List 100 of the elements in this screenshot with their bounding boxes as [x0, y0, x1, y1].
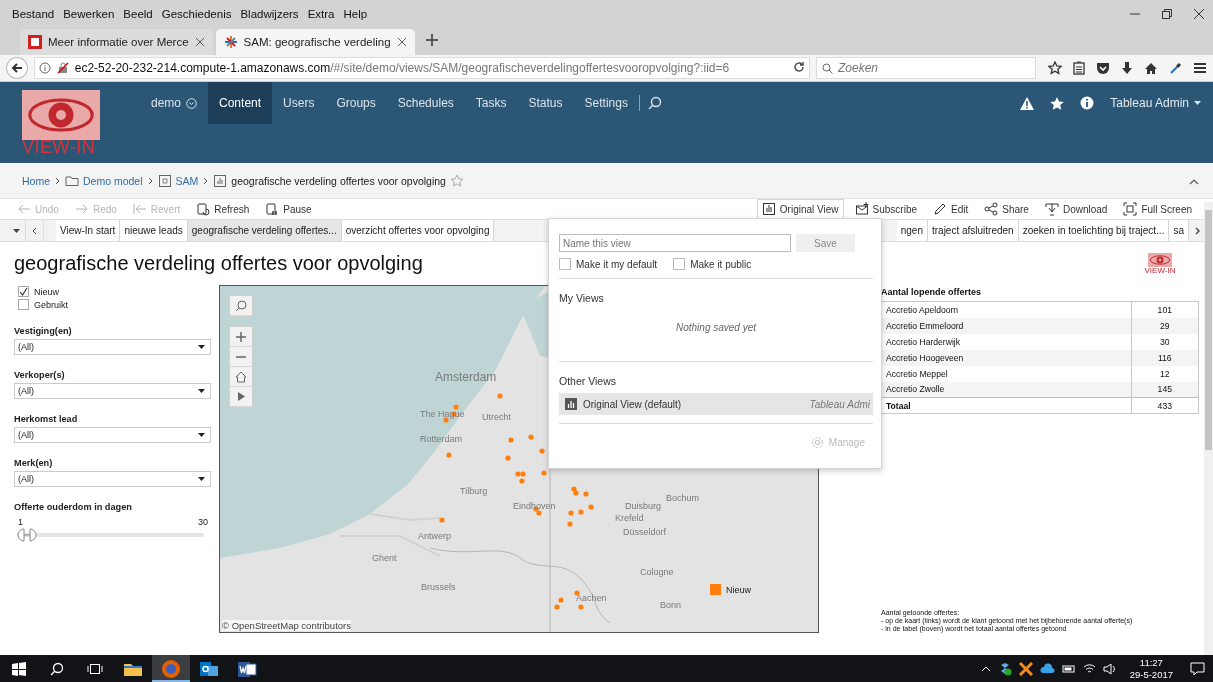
sheet-tab[interactable]: nieuwe leads	[120, 220, 188, 241]
pocket-icon[interactable]	[1096, 61, 1110, 75]
filter-dropdown[interactable]: (All)	[14, 383, 211, 399]
checkbox[interactable]	[18, 299, 29, 310]
reader-icon[interactable]	[1073, 61, 1085, 75]
menu-item[interactable]: Bewerken	[63, 7, 115, 20]
speaker-icon[interactable]	[1102, 662, 1117, 675]
checkbox[interactable]	[673, 258, 686, 270]
eyedropper-icon[interactable]	[1169, 61, 1182, 75]
star-outline-icon[interactable]	[449, 174, 464, 187]
map-place-label: Krefeld	[615, 514, 644, 523]
breadcrumb-link[interactable]: SAM	[175, 174, 199, 187]
close-icon[interactable]	[396, 37, 407, 47]
search-icon[interactable]	[647, 96, 662, 110]
menu-item[interactable]: Beeld	[123, 7, 153, 20]
toolbar-button[interactable]: Edit	[928, 199, 974, 219]
view-list-item[interactable]: Original View (default) Tableau Admi	[559, 393, 873, 415]
clock-date[interactable]: 29-5-2017	[1129, 668, 1173, 681]
home-icon	[235, 370, 247, 383]
plus-icon[interactable]	[425, 34, 438, 46]
browser-tab[interactable]: SAM: geografische verdeling	[215, 29, 415, 55]
sheet-tab[interactable]: traject afsluitreden	[927, 220, 1019, 241]
filter-dropdown[interactable]: (All)	[14, 339, 211, 355]
nav-tab[interactable]: Tasks	[464, 82, 518, 124]
search-field[interactable]: Zoeken	[816, 57, 1036, 79]
notification-icon[interactable]	[1190, 661, 1205, 676]
range-thumb-icon[interactable]	[17, 528, 37, 542]
checkbox-label: Make it my default	[576, 258, 658, 270]
nav-tab[interactable]: Groups	[325, 82, 387, 124]
address-field[interactable]: ec2-52-20-232-214.compute-1.amazonaws.com/#/site/demo/views/SAM/geografischeverdelingoffertesvooropvolging?:iid=6	[33, 57, 810, 79]
toolbar-button[interactable]: Original View	[756, 199, 844, 219]
scrollbar[interactable]	[1204, 202, 1213, 655]
checkbox[interactable]	[559, 258, 571, 270]
star-icon[interactable]	[1050, 96, 1065, 110]
toolbar-button[interactable]: Subscribe	[849, 199, 922, 219]
restore-icon[interactable]	[1161, 7, 1173, 20]
map-place-label: Bochum	[666, 494, 700, 503]
star-icon[interactable]	[1048, 61, 1062, 75]
sheet-tab[interactable]: zoeken in toelichting bij traject...	[1018, 220, 1170, 241]
warning-icon[interactable]	[1020, 96, 1035, 110]
sheet-tab[interactable]: overzicht offertes voor opvolging	[341, 220, 495, 241]
legend-label: Nieuw	[726, 584, 751, 595]
info-icon[interactable]	[38, 62, 51, 74]
nav-tab[interactable]: Schedules	[386, 82, 465, 124]
chevron-left-icon[interactable]	[32, 226, 37, 235]
sheet-tab[interactable]: View-In start	[56, 220, 121, 241]
chevron-up-icon[interactable]	[1189, 178, 1199, 185]
chevron-right-icon[interactable]	[1195, 226, 1200, 235]
back-button[interactable]	[6, 57, 28, 79]
menu-item[interactable]: Geschiedenis	[161, 7, 232, 20]
menu-item[interactable]: Extra	[307, 7, 335, 20]
nav-tab[interactable]: Content	[208, 82, 273, 124]
user-menu[interactable]: Tableau Admin	[1110, 96, 1201, 110]
breadcrumb-link[interactable]: Home	[22, 174, 50, 187]
site-menu[interactable]: demo	[140, 82, 209, 124]
clock-time[interactable]: 11:27	[1139, 656, 1163, 669]
toolbar-button[interactable]: Download	[1039, 199, 1113, 219]
lock-icon[interactable]	[56, 62, 69, 74]
toolbar-button[interactable]: Share	[979, 199, 1034, 219]
home-icon[interactable]	[1144, 61, 1158, 75]
nav-tab[interactable]: Users	[272, 82, 326, 124]
toolbar-button[interactable]: Pause	[260, 199, 317, 219]
cloud-icon[interactable]	[1039, 662, 1055, 675]
menu-item[interactable]: Bestand	[12, 7, 55, 20]
caret-down-icon[interactable]	[13, 228, 20, 233]
sheet-tab[interactable]: sa	[1169, 220, 1189, 241]
download-icon[interactable]	[1121, 61, 1133, 75]
table-cell: 29	[1131, 317, 1199, 334]
filter-dropdown[interactable]: (All)	[14, 427, 211, 443]
toolbar-button[interactable]: Full Screen	[1118, 199, 1197, 219]
checkbox-label: Make it public	[690, 258, 752, 270]
nav-tab[interactable]: Status	[517, 82, 574, 124]
map-place-label: Duisburg	[625, 502, 662, 511]
sheet-tab[interactable]: ngen	[896, 220, 928, 241]
map-attribution: © OpenStreetMap contributors	[222, 620, 351, 631]
tray-app-icon[interactable]	[1018, 661, 1033, 676]
envelope-icon	[854, 202, 869, 216]
breadcrumb-link[interactable]: Demo model	[83, 174, 143, 187]
wifi-icon[interactable]	[1082, 663, 1096, 674]
filter-dropdown[interactable]: (All)	[14, 471, 211, 487]
sheet-tab[interactable]: geografische verdeling offertes...	[187, 220, 342, 241]
current-view-title: geografische verdeling offertes voor opvolging	[231, 174, 446, 187]
battery-icon[interactable]	[1061, 663, 1076, 674]
menu-item[interactable]: Bladwijzers	[240, 7, 299, 20]
map-place-label: Amsterdam	[435, 371, 497, 383]
refresh-icon	[196, 202, 211, 216]
checkbox[interactable]	[18, 286, 29, 297]
toolbar-button[interactable]: Refresh	[191, 199, 255, 219]
nav-tab[interactable]: Settings	[573, 82, 639, 124]
menu-item[interactable]: Help	[343, 7, 368, 20]
close-icon[interactable]	[194, 37, 205, 47]
info-icon[interactable]	[1080, 96, 1095, 110]
close-icon[interactable]	[1193, 7, 1205, 20]
play-icon	[237, 392, 245, 401]
browser-tab[interactable]: Meer informatie over Merce	[20, 29, 213, 55]
caret-down-icon	[198, 477, 205, 481]
reload-icon[interactable]	[793, 61, 805, 73]
view-name-field[interactable]: Name this view	[559, 234, 791, 252]
menu-icon[interactable]	[1193, 62, 1207, 74]
chevron-right-icon	[203, 176, 209, 185]
